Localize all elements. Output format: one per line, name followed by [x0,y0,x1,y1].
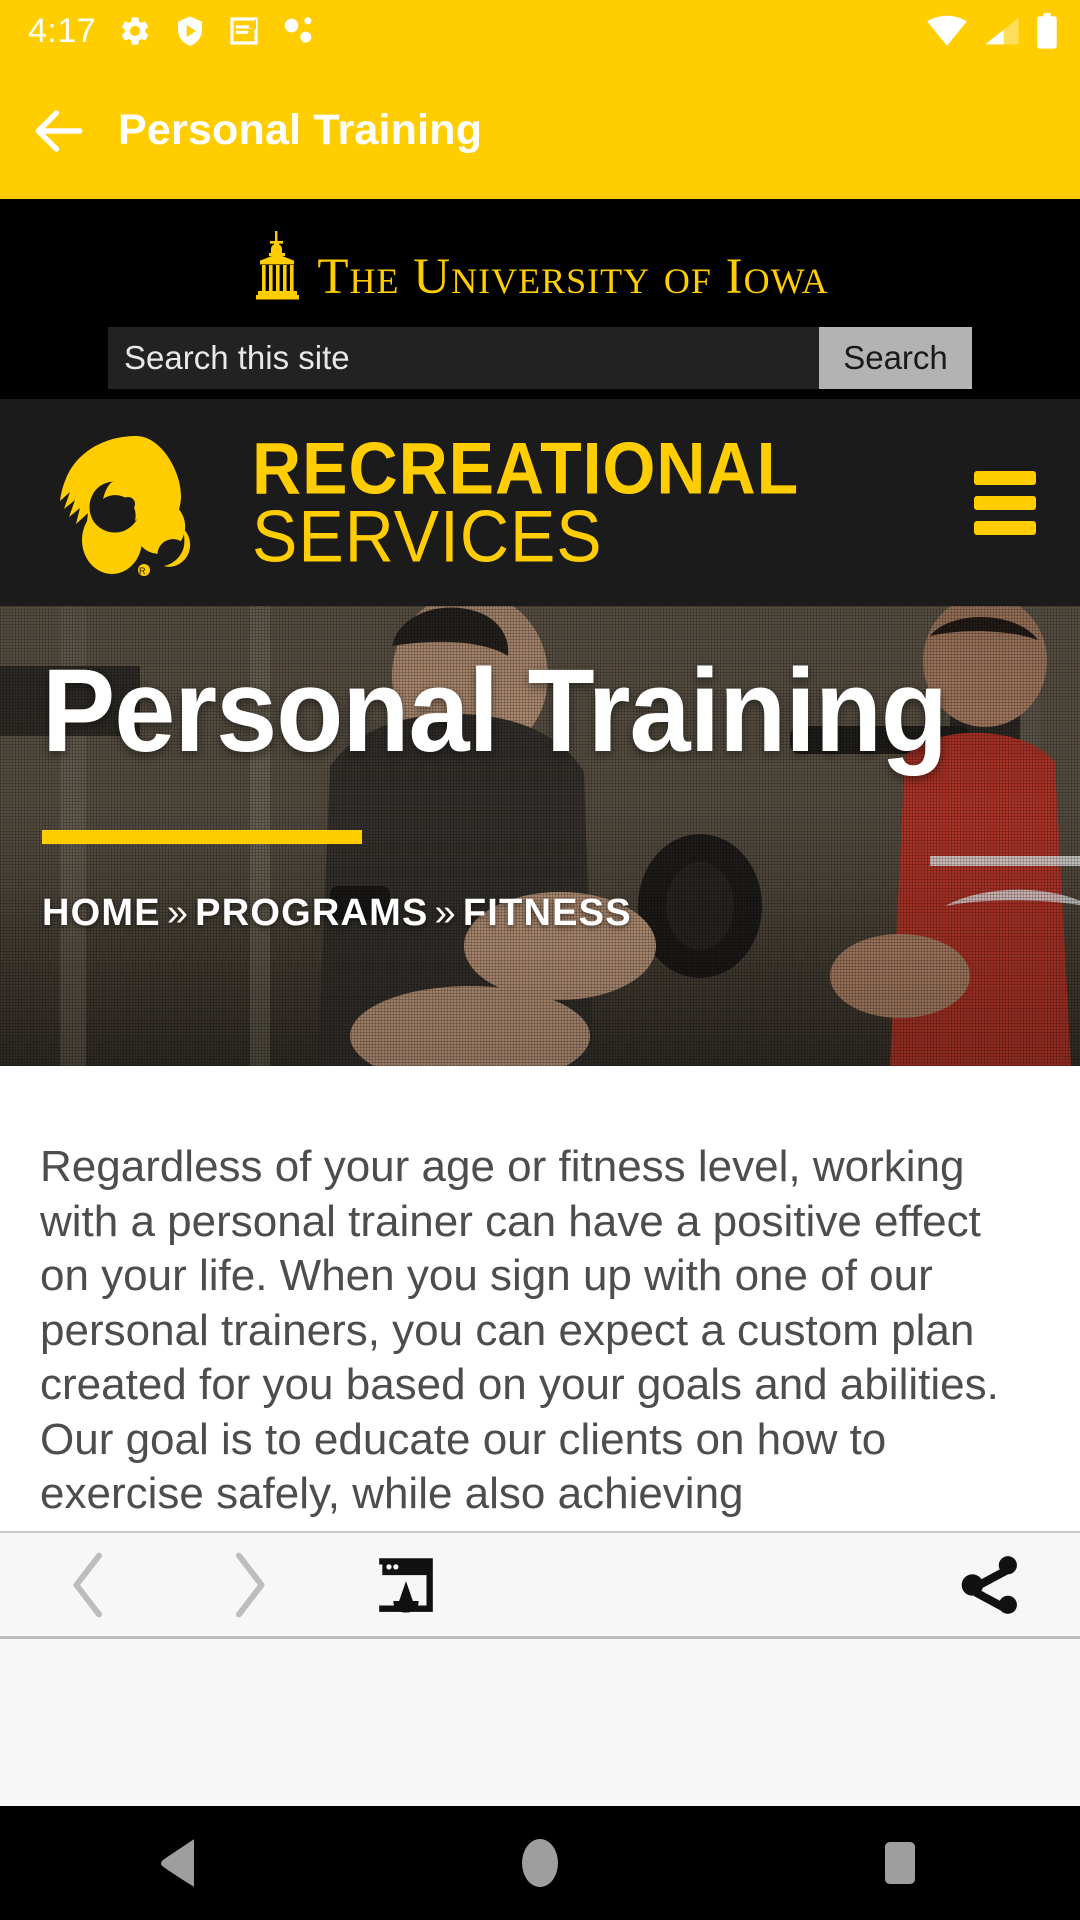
chevron-left-icon [73,1552,103,1617]
hero-rule [42,830,362,844]
article-body: Regardless of your age or fitness level,… [0,1066,1080,1522]
breadcrumb-separator: » [434,892,457,934]
nav-back-button[interactable] [105,1806,255,1920]
wifi-icon [927,15,967,46]
play-protect-shield-icon [178,16,203,46]
status-bar-left: 4:17 [28,12,316,51]
toolbar-forward-button[interactable] [200,1537,296,1633]
battery-icon [1037,13,1057,49]
university-name: The University of Iowa [317,249,829,305]
breadcrumb-item-programs[interactable]: PROGRAMS [195,892,428,934]
hamburger-bar [974,470,1036,485]
message-icon [230,17,258,45]
assistant-dots-icon [284,17,312,43]
nav-recents-square-icon [885,1842,915,1884]
nav-recents-button[interactable] [825,1806,975,1920]
chevron-right-icon [235,1552,265,1617]
toolbar-back-button[interactable] [42,1537,138,1633]
hamburger-bar [974,520,1036,535]
breadcrumb-item-fitness[interactable]: FITNESS [463,892,632,934]
site-search-row: Search [108,327,972,389]
breadcrumb-separator: » [166,892,190,934]
uiowa-masthead: The University of Iowa Search [0,199,1080,399]
uiowa-brand-lockup[interactable]: The University of Iowa [0,225,1080,303]
article-paragraph: Regardless of your age or fitness level,… [40,1142,999,1519]
search-button[interactable]: Search [819,327,972,389]
nav-back-triangle-icon [161,1839,194,1887]
hero-content: Personal Training HOME» PROGRAMS» FITNESS [42,652,1080,935]
toolbar-open-in-browser-button[interactable] [358,1537,454,1633]
search-input[interactable] [108,327,819,389]
gear-icon [121,17,149,45]
open-in-browser-icon [379,1557,433,1612]
nav-home-button[interactable] [465,1806,615,1920]
share-icon [961,1555,1017,1614]
wordmark-recreational: RECREATIONAL [252,427,800,510]
page-title: Personal Training [42,645,948,777]
webview[interactable]: The University of Iowa Search R [0,199,1080,1531]
cellular-signal-icon [985,17,1019,45]
breadcrumb-item-home[interactable]: HOME [42,892,161,934]
hero-banner: Personal Training HOME» PROGRAMS» FITNESS [0,606,1080,1066]
status-time: 4:17 [28,11,97,50]
toolbar-share-button[interactable] [942,1537,1038,1633]
status-bar-right [926,13,1058,49]
app-bar-title: Personal Training [118,106,483,154]
svg-text:R: R [139,566,146,576]
old-capitol-icon [256,231,300,300]
wordmark-services: SERVICES [252,494,603,578]
rec-services-wordmark[interactable]: RECREATIONAL SERVICES [252,432,799,572]
phone-screen: 4:17 Personal Training The University of… [0,0,1080,1920]
tigerhawk-logo-icon[interactable]: R [40,428,236,578]
hamburger-bar [974,495,1036,510]
browser-toolbar [0,1531,1080,1639]
breadcrumb: HOME» PROGRAMS» FITNESS [42,892,1080,935]
rec-services-navbar: R RECREATIONAL SERVICES [0,399,1080,606]
app-bar: Personal Training [0,62,1080,199]
nav-home-circle-icon [522,1839,558,1887]
status-bar: 4:17 [0,0,1080,62]
blank-pane [0,1639,1080,1806]
hamburger-menu-icon[interactable] [962,459,1048,547]
back-arrow-icon[interactable] [28,100,90,162]
android-nav-bar [0,1806,1080,1920]
